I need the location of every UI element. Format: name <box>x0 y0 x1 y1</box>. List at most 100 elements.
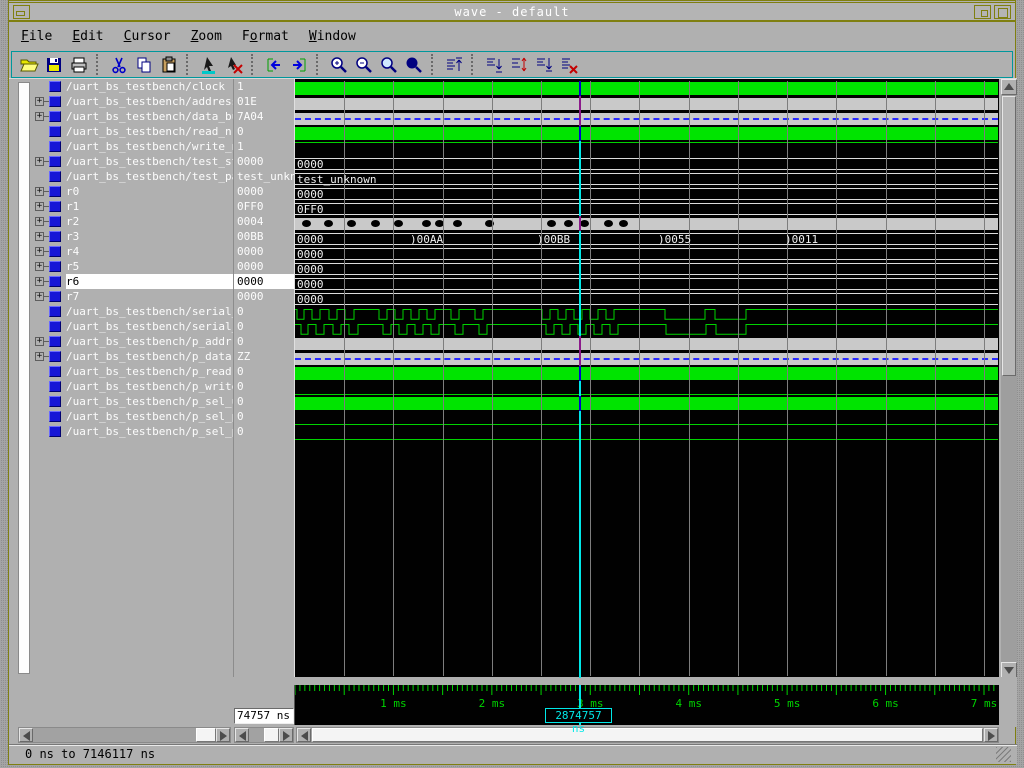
expand-icon[interactable]: + <box>35 187 44 196</box>
signal-value[interactable]: 0 <box>234 334 294 349</box>
prev-transition-button[interactable] <box>261 53 286 76</box>
cursor-line[interactable] <box>579 261 581 276</box>
cursor-line[interactable] <box>579 351 581 366</box>
signal-value[interactable]: 0000 <box>234 154 294 169</box>
scroll-up-arrow-icon[interactable] <box>1001 79 1017 95</box>
expand-icon[interactable]: + <box>35 217 44 226</box>
wave-vertical-scrollbar[interactable] <box>1001 79 1017 678</box>
cursor-line[interactable] <box>579 171 581 186</box>
add-cursor-button[interactable] <box>196 53 221 76</box>
scroll-left-arrow-icon[interactable] <box>235 728 249 742</box>
maximize-button[interactable] <box>994 5 1011 19</box>
values-hscroll-thumb[interactable] <box>264 728 279 742</box>
signal-value[interactable]: 0 <box>234 364 294 379</box>
names-hscrollbar[interactable] <box>18 727 231 743</box>
menu-format[interactable]: Format <box>232 25 299 49</box>
timeline-ruler[interactable]: 1 ms2 ms3 ms4 ms5 ms6 ms7 ms 2874757 ns <box>294 685 999 725</box>
cursor-line[interactable] <box>579 186 581 201</box>
signal-row[interactable]: +/uart_bs_testbench/p_addr <box>31 334 233 349</box>
signal-row[interactable]: +r7 <box>31 289 233 304</box>
open-file-button[interactable] <box>16 53 41 76</box>
cursor-time-entry[interactable]: 74757 ns <box>234 708 294 724</box>
values-hscrollbar[interactable] <box>234 727 294 743</box>
signal-row[interactable]: +r2 <box>31 214 233 229</box>
signal-value[interactable]: 0 <box>234 319 294 334</box>
menu-window[interactable]: Window <box>299 25 366 49</box>
expand-icon[interactable]: + <box>35 112 44 121</box>
signal-value[interactable]: 0FF0 <box>234 199 294 214</box>
cursor-line[interactable] <box>579 336 581 351</box>
signal-value[interactable]: 1 <box>234 79 294 94</box>
move-updown-button[interactable] <box>506 53 531 76</box>
wave-hscrollbar[interactable] <box>296 727 999 743</box>
cursor-line[interactable] <box>579 426 581 441</box>
copy-button[interactable] <box>131 53 156 76</box>
paste-button[interactable] <box>156 53 181 76</box>
cursor-line[interactable] <box>579 381 581 396</box>
signal-value[interactable]: 0 <box>234 409 294 424</box>
cursor-line[interactable] <box>579 81 581 96</box>
cursor-line[interactable] <box>579 276 581 291</box>
zoom-area-button[interactable] <box>376 53 401 76</box>
expand-icon[interactable]: + <box>35 97 44 106</box>
expand-icon[interactable]: + <box>35 202 44 211</box>
cursor-line[interactable] <box>579 201 581 216</box>
signal-row[interactable]: /uart_bs_testbench/test_pass_ <box>31 169 233 184</box>
scroll-right-arrow-icon[interactable] <box>279 728 293 742</box>
expand-icon[interactable]: + <box>35 157 44 166</box>
menu-file[interactable]: File <box>11 25 62 49</box>
signal-row[interactable]: /uart_bs_testbench/clock <box>31 79 233 94</box>
menu-zoom[interactable]: Zoom <box>181 25 232 49</box>
signal-value[interactable]: 01E <box>234 94 294 109</box>
cursor-line[interactable] <box>579 156 581 171</box>
signal-value[interactable]: 0004 <box>234 214 294 229</box>
restore-button[interactable] <box>974 5 991 19</box>
scroll-left-arrow-icon[interactable] <box>297 728 311 742</box>
cursor-line[interactable] <box>579 216 581 231</box>
expand-icon[interactable]: + <box>35 277 44 286</box>
waveform-canvas[interactable]: 0000test_unknown00000FF00000)00AA)00BB)0… <box>294 79 999 678</box>
cursor-time-flag[interactable]: 2874757 ns <box>545 708 612 723</box>
signal-row[interactable]: +/uart_bs_testbench/address_bu <box>31 94 233 109</box>
signal-row[interactable]: +r4 <box>31 244 233 259</box>
signal-row[interactable]: +r0 <box>31 184 233 199</box>
signal-row[interactable]: /uart_bs_testbench/p_write <box>31 379 233 394</box>
signal-value[interactable]: 0000 <box>234 259 294 274</box>
signal-value[interactable]: 00BB <box>234 229 294 244</box>
signal-value[interactable]: 0000 <box>234 274 294 289</box>
cursor-line[interactable] <box>579 126 581 141</box>
signal-value[interactable]: 0 <box>234 394 294 409</box>
cursor-line[interactable] <box>579 96 581 111</box>
cursor-line[interactable] <box>579 306 581 321</box>
zoom-out-button[interactable] <box>351 53 376 76</box>
signal-value[interactable]: test_unkno <box>234 169 294 184</box>
cursor-line[interactable] <box>579 411 581 426</box>
signal-value[interactable]: ZZ <box>234 349 294 364</box>
delete-selected-button[interactable] <box>556 53 581 76</box>
cursor-line[interactable] <box>579 366 581 381</box>
signal-value[interactable]: 1 <box>234 139 294 154</box>
expand-icon[interactable]: + <box>35 337 44 346</box>
print-button[interactable] <box>66 53 91 76</box>
signal-value[interactable]: 0000 <box>234 289 294 304</box>
signal-value[interactable]: 0000 <box>234 244 294 259</box>
signal-row[interactable]: /uart_bs_testbench/p_sel_para <box>31 424 233 439</box>
menu-edit[interactable]: Edit <box>62 25 113 49</box>
title-bar[interactable]: wave - default <box>9 2 1015 22</box>
expand-icon[interactable]: + <box>35 262 44 271</box>
cut-button[interactable] <box>106 53 131 76</box>
cursor-line[interactable] <box>579 231 581 246</box>
signal-row[interactable]: /uart_bs_testbench/p_sel_pwm <box>31 409 233 424</box>
cursor-line[interactable] <box>579 246 581 261</box>
expand-icon[interactable]: + <box>35 232 44 241</box>
wave-vscroll-thumb[interactable] <box>1002 96 1016 376</box>
scroll-left-arrow-icon[interactable] <box>19 728 33 742</box>
expand-icon[interactable]: + <box>35 247 44 256</box>
zoom-full-button[interactable] <box>401 53 426 76</box>
signal-row[interactable]: /uart_bs_testbench/p_read <box>31 364 233 379</box>
expand-icon[interactable]: + <box>35 292 44 301</box>
signal-list-scrollbar[interactable] <box>18 82 30 674</box>
signal-value[interactable]: 0000 <box>234 184 294 199</box>
signal-value[interactable]: 7A04 <box>234 109 294 124</box>
signal-row[interactable]: +/uart_bs_testbench/test_statu <box>31 154 233 169</box>
